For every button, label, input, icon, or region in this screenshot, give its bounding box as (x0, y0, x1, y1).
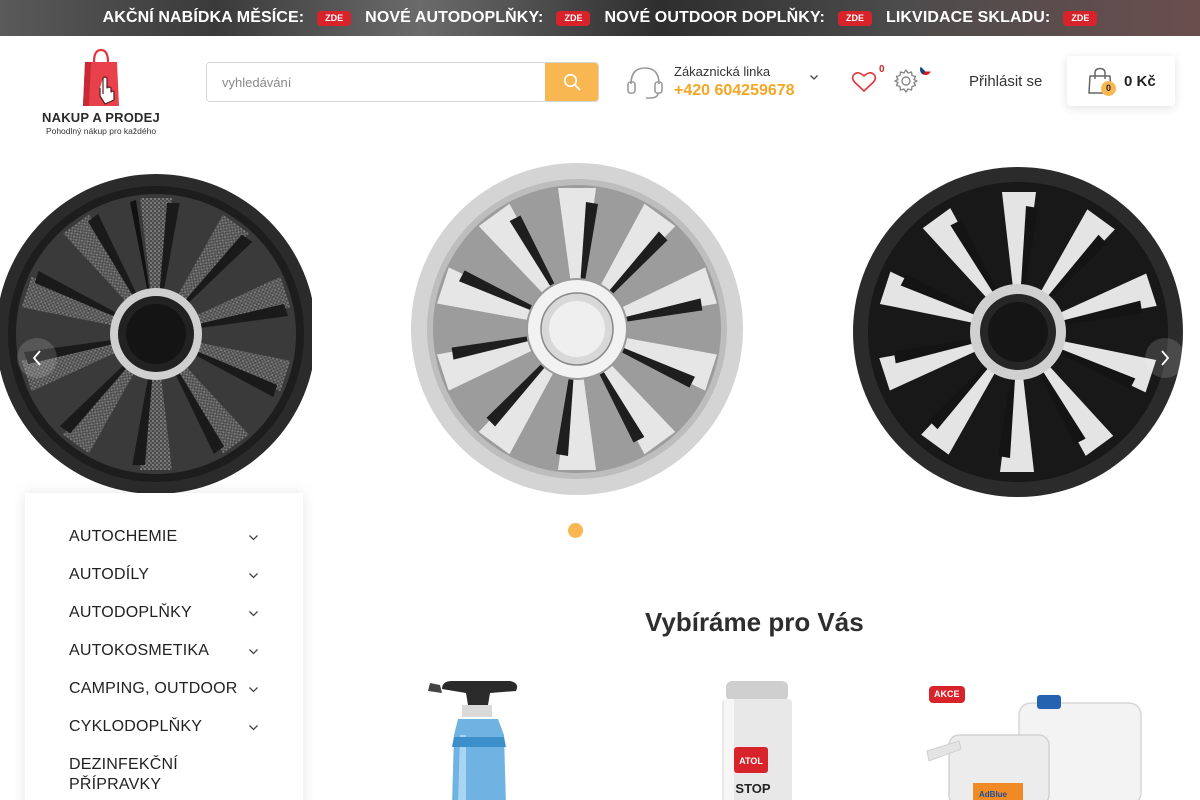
sale-badge: AKCE (929, 686, 965, 703)
settings-button[interactable] (893, 64, 933, 96)
category-item-autodoplnky[interactable]: AUTODOPLŇKY (25, 603, 303, 641)
atol-stop-spray-product-image: ATOL STOP (722, 681, 792, 800)
czech-flag-icon[interactable] (920, 64, 931, 75)
promo-item-new-outdoor[interactable]: NOVÉ OUTDOOR DOPLŇKY: ZDE (604, 9, 872, 27)
black-carbon-wheel-cover-image[interactable] (0, 166, 312, 496)
promo-text: AKČNÍ NABÍDKA MĚSÍCE: (102, 9, 305, 26)
cart-count-badge: 0 (1101, 81, 1116, 96)
chevron-down-icon[interactable] (248, 608, 259, 619)
product-card-spray-bottle[interactable] (370, 675, 600, 800)
promo-item-monthly-offer[interactable]: AKČNÍ NABÍDKA MĚSÍCE: ZDE (103, 9, 352, 27)
product-card-atol-stop-spray[interactable]: ATOL STOP (642, 675, 872, 800)
search-input[interactable] (207, 63, 545, 101)
chevron-down-icon[interactable] (248, 684, 259, 695)
customer-support[interactable]: Zákaznická linka +420 604259678 (626, 62, 826, 104)
category-item-cyklodoplnky[interactable]: CYKLODOPLŇKY (25, 717, 303, 755)
promo-badge-button[interactable]: ZDE (837, 10, 872, 26)
chevron-down-icon[interactable] (248, 532, 259, 543)
cart-total: 0 Kč (1124, 73, 1156, 90)
promo-item-new-car-accessories[interactable]: NOVÉ AUTODOPLŇKY: ZDE (365, 9, 591, 27)
logo-title: NAKUP A PRODEJ (42, 110, 160, 125)
category-item-autodily[interactable]: AUTODÍLY (25, 565, 303, 603)
chevron-left-icon (32, 350, 41, 366)
chevron-down-icon[interactable] (248, 646, 259, 657)
silver-black-wheel-cover-image[interactable] (410, 154, 745, 504)
site-logo[interactable]: NAKUP A PRODEJ Pohodlný nákup pro každéh… (38, 48, 164, 138)
login-link[interactable]: Přihlásit se (969, 73, 1042, 90)
category-label: CYKLODOPLŇKY (69, 718, 203, 735)
hero-slider (0, 150, 1200, 545)
promo-text: LIKVIDACE SKLADU: (885, 9, 1051, 26)
chevron-right-icon (1161, 350, 1170, 366)
svg-text:AdBlue: AdBlue (979, 790, 1008, 799)
section-title: Vybíráme pro Vás (645, 607, 864, 637)
promo-badge-button[interactable]: ZDE (556, 10, 591, 26)
category-label: AUTODÍLY (69, 566, 150, 583)
category-label: AUTOCHEMIE (69, 528, 178, 545)
slider-dot-active[interactable] (568, 523, 583, 538)
promo-badge-button[interactable]: ZDE (317, 10, 352, 26)
gear-icon (894, 69, 918, 93)
category-item-autokosmetika[interactable]: AUTOKOSMETIKA (25, 641, 303, 679)
chevron-down-icon[interactable] (248, 722, 259, 733)
cart-button[interactable]: 0 0 Kč (1067, 56, 1175, 106)
category-item-dezinfekcni-pripravky[interactable]: DEZINFEKČNÍ PŘÍPRAVKY (25, 755, 303, 800)
heart-icon (851, 72, 877, 92)
promo-item-clearance[interactable]: LIKVIDACE SKLADU: ZDE (885, 9, 1098, 27)
support-label: Zákaznická linka (674, 64, 771, 79)
promo-text: NOVÉ AUTODOPLŇKY: (365, 9, 544, 26)
search-icon (563, 73, 580, 91)
black-silver-wheel-cover-image[interactable] (852, 166, 1188, 502)
slider-next-button[interactable] (1145, 338, 1185, 378)
category-item-autochemie[interactable]: AUTOCHEMIE (25, 527, 303, 565)
category-label: AUTODOPLŇKY (69, 604, 192, 621)
promo-badge-button[interactable]: ZDE (1063, 10, 1098, 26)
spray-bottle-product-image (428, 681, 518, 800)
wishlist-count: 0 (879, 64, 885, 75)
search-form (206, 62, 599, 102)
chevron-down-icon[interactable] (809, 72, 819, 82)
category-label: CAMPING, OUTDOOR (69, 680, 238, 697)
category-menu: AUTOCHEMIE AUTODÍLY AUTODOPLŇKY AUTOKOSM… (25, 493, 303, 800)
search-button[interactable] (545, 63, 598, 101)
category-label: AUTOKOSMETIKA (69, 642, 210, 659)
headset-icon (627, 67, 663, 99)
promo-text: NOVÉ OUTDOOR DOPLŇKY: (604, 9, 825, 26)
category-label: DEZINFEKČNÍ PŘÍPRAVKY (69, 756, 178, 793)
svg-text:ATOL: ATOL (739, 756, 763, 766)
promo-bar: AKČNÍ NABÍDKA MĚSÍCE: ZDE NOVÉ AUTODOPLŇ… (0, 0, 1200, 36)
chevron-down-icon[interactable] (248, 570, 259, 581)
shopping-bag-logo-icon (83, 48, 119, 106)
slider-prev-button[interactable] (17, 338, 57, 378)
support-phone-link[interactable]: +420 604259678 (674, 82, 795, 100)
logo-subtitle: Pohodlný nákup pro každého (45, 126, 157, 136)
wishlist-button[interactable]: 0 (851, 64, 885, 96)
category-item-camping-outdoor[interactable]: CAMPING, OUTDOOR (25, 679, 303, 717)
svg-text:STOP: STOP (735, 781, 770, 796)
